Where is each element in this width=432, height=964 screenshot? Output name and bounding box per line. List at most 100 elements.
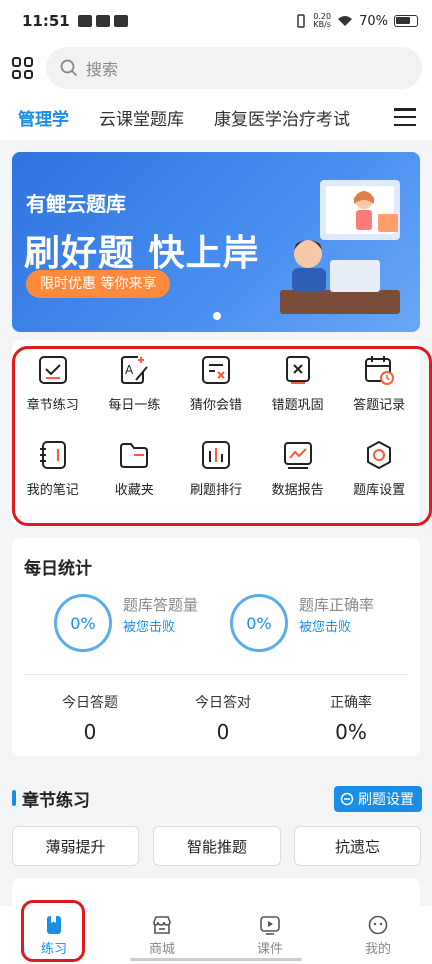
battery-icon: [394, 15, 418, 27]
tab-label: 商城: [148, 942, 175, 957]
section-accent-bar: [12, 790, 16, 806]
banner-slogan: 刷好题 快上岸: [24, 233, 260, 274]
student-illustration: [280, 180, 400, 314]
speed-unit: KB/s: [313, 20, 331, 29]
feature-guess-wrong[interactable]: 猜你会错: [175, 354, 257, 413]
feature-label: 题库设置: [353, 483, 406, 498]
video-play-icon: [260, 916, 280, 935]
bank-answer-sub[interactable]: 被您击败: [123, 616, 175, 635]
stat-label: 今日答对: [195, 695, 251, 711]
stats-title: 每日统计: [24, 559, 92, 579]
bank-accuracy-label: 题库正确率: [299, 596, 375, 614]
feature-label: 每日一练: [108, 398, 161, 413]
feature-ranking[interactable]: 刷题排行: [175, 439, 257, 498]
vibrate-icon: [297, 14, 306, 28]
settings-icon: [367, 441, 392, 469]
bank-answer-ring: 0%: [54, 594, 112, 652]
guess-wrong-icon: [201, 356, 230, 384]
menu-icon[interactable]: [394, 108, 416, 126]
checklist-icon: [38, 356, 67, 384]
bank-accuracy-sub[interactable]: 被您击败: [299, 616, 351, 635]
battery-percent: 70%: [359, 13, 388, 29]
tab-label: 练习: [40, 942, 67, 957]
practice-book-icon: [47, 916, 61, 934]
mode-smart-push-button[interactable]: 智能推题: [153, 826, 281, 866]
apps-grid-icon[interactable]: [12, 57, 34, 79]
home-indicator[interactable]: [130, 958, 302, 961]
bank-accuracy-ring: 0%: [230, 594, 288, 652]
chapter-title: 章节练习: [22, 791, 90, 811]
feature-label: 我的笔记: [26, 483, 79, 498]
tab-management[interactable]: 管理学: [18, 105, 69, 130]
mode-weak-improve-button[interactable]: 薄弱提升: [12, 826, 139, 866]
notification-icons: [77, 15, 128, 27]
line-chart-icon: [283, 442, 312, 469]
feature-label: 答题记录: [353, 398, 406, 413]
feature-label: 错题巩固: [271, 398, 324, 413]
daily-practice-icon: A: [121, 356, 149, 384]
svg-text:A: A: [125, 363, 134, 377]
feature-daily-practice[interactable]: A 每日一练: [94, 354, 176, 413]
bank-answer-label: 题库答题量: [123, 596, 199, 614]
wifi-icon: [338, 16, 353, 26]
minus-circle-icon: [340, 792, 354, 806]
status-bar: 11:51 0.20 KB/s 70%: [0, 0, 432, 42]
folder-icon: [120, 443, 149, 468]
daily-stats-card: 每日统计 0% 题库答题量 被您击败 0% 题库正确率 被您击败 今日答题 0 …: [12, 538, 420, 756]
stat-today-answered: 今日答题 0: [25, 692, 155, 744]
profile-smile-icon: [368, 915, 388, 935]
search-row: 搜索: [0, 42, 432, 94]
banner-promo: 限时优惠 等你来享: [26, 270, 171, 298]
search-placeholder: 搜索: [86, 60, 119, 79]
search-icon: [60, 59, 78, 77]
feature-label: 刷题排行: [189, 483, 242, 498]
stat-value: 0%: [335, 720, 367, 744]
quiz-settings-button[interactable]: 刷题设置: [334, 786, 422, 812]
tab-label: 课件: [256, 942, 283, 957]
status-time: 11:51: [22, 12, 70, 30]
quiz-settings-label: 刷题设置: [358, 792, 414, 808]
ranking-chart-icon: [201, 441, 230, 469]
tab-mine[interactable]: 我的: [324, 906, 432, 964]
feature-label: 数据报告: [271, 483, 324, 498]
tab-courseware[interactable]: 课件: [216, 906, 324, 964]
banner-title: 有鲤云题库: [26, 192, 126, 216]
feature-answer-history[interactable]: 答题记录: [338, 354, 420, 413]
tab-store[interactable]: 商城: [108, 906, 216, 964]
mode-anti-forget-button[interactable]: 抗遗忘: [294, 826, 421, 866]
status-right: 0.20 KB/s 70%: [295, 13, 418, 29]
tab-label: 我的: [364, 942, 391, 957]
stat-value: 0: [83, 720, 97, 744]
stat-accuracy: 正确率 0%: [286, 692, 416, 744]
feature-chapter-practice[interactable]: 章节练习: [12, 354, 94, 413]
stat-label: 正确率: [330, 695, 372, 711]
feature-wrong-review[interactable]: 错题巩固: [257, 354, 339, 413]
tab-rehab-exam[interactable]: 康复医学治疗考试: [214, 105, 350, 130]
feature-grid: 章节练习 A 每日一练 猜你会错 错题巩固 答题记录 我的笔记 收藏夹 刷题排行: [12, 354, 420, 498]
calendar-clock-icon: [365, 356, 395, 385]
feature-my-notes[interactable]: 我的笔记: [12, 439, 94, 498]
store-icon: [153, 916, 171, 934]
network-speed: 0.20 KB/s: [313, 13, 331, 29]
search-input[interactable]: 搜索: [46, 47, 422, 89]
feature-favorites[interactable]: 收藏夹: [94, 439, 176, 498]
feature-data-report[interactable]: 数据报告: [257, 439, 339, 498]
feature-bank-settings[interactable]: 题库设置: [338, 439, 420, 498]
notebook-icon: [39, 441, 66, 469]
wrong-questions-icon: [285, 356, 310, 384]
tab-cloud-classroom[interactable]: 云课堂题库: [99, 105, 184, 130]
chapter-header: 章节练习 刷题设置: [12, 784, 422, 814]
feature-panel: 章节练习 A 每日一练 猜你会错 错题巩固 答题记录 我的笔记 收藏夹 刷题排行: [12, 340, 420, 526]
stat-value: 0: [216, 720, 230, 744]
stat-today-correct: 今日答对 0: [158, 692, 288, 744]
feature-label: 章节练习: [26, 398, 79, 413]
subject-tabs: 管理学 云课堂题库 康复医学治疗考试: [0, 94, 432, 140]
bottom-tab-bar: 练习 商城 课件 我的: [0, 906, 432, 964]
stats-divider: [24, 674, 408, 675]
stat-label: 今日答题: [62, 695, 118, 711]
feature-label: 收藏夹: [114, 483, 154, 498]
carousel-indicator: [213, 312, 221, 320]
feature-label: 猜你会错: [189, 398, 242, 413]
promo-banner[interactable]: 有鲤云题库 刷好题 快上岸 限时优惠 等你来享: [12, 152, 420, 332]
tab-practice[interactable]: 练习: [0, 906, 108, 964]
